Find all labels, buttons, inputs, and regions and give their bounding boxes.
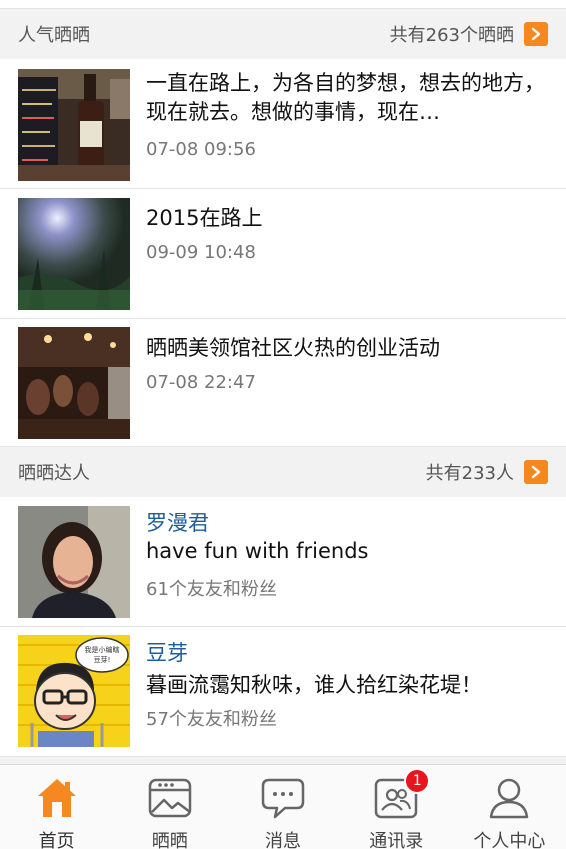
tab-label: 首页 [38, 831, 75, 849]
post-item[interactable]: 一直在路上，为各自的梦想，想去的地方，现在就去。想做的事情，现在… 07-08 … [0, 59, 566, 189]
post-item[interactable]: 晒晒美领馆社区火热的创业活动 07-08 22:47 [0, 319, 566, 447]
post-time: 09-09 10:48 [146, 242, 256, 263]
chevron-right-icon [531, 27, 541, 41]
app-screen: 人气晒晒 共有263个晒晒 一直在路上，为各自的梦想，想去的地方，现在就去。想做… [0, 0, 566, 849]
hot-posts-more-button[interactable] [524, 22, 548, 46]
tab-home[interactable]: 首页 [0, 765, 113, 849]
user-name[interactable]: 豆芽 [146, 637, 188, 667]
top-users-title: 晒晒达人 [18, 463, 90, 484]
user-name[interactable]: 罗漫君 [146, 507, 209, 537]
tab-label: 晒晒 [151, 831, 188, 849]
hot-posts-title: 人气晒晒 [18, 25, 90, 46]
previous-item-edge [0, 0, 566, 9]
contacts-icon: 1 [374, 768, 431, 820]
user-avatar: 我是小编瞎 豆芽! [18, 635, 130, 747]
cartoon-boy: 我是小编瞎 豆芽! [18, 635, 130, 747]
post-title: 2015在路上 [146, 206, 263, 230]
user-signature: 暮画流霭知秋味，谁人拾红染花堤！ [146, 673, 482, 697]
tab-label: 消息 [265, 831, 301, 849]
user-item[interactable]: 我是小编瞎 豆芽! 豆芽 暮画流霭知秋味，谁人拾红染花堤！ 57个友友和粉丝 [0, 627, 566, 757]
user-item[interactable]: 罗漫君 have fun with friends 61个友友和粉丝 [0, 497, 566, 627]
chevron-right-icon [531, 465, 541, 479]
post-thumbnail [18, 198, 130, 310]
user-avatar [18, 506, 130, 618]
hot-posts-header[interactable]: 人气晒晒 共有263个晒晒 [0, 9, 566, 59]
chat-bubble-icon [261, 776, 305, 820]
bar-event-photo [18, 327, 130, 439]
tab-contacts[interactable]: 1 通讯录 [340, 765, 453, 849]
post-title: 一直在路上，为各自的梦想，想去的地方，现在就去。想做的事情，现在… [146, 71, 545, 124]
bottom-tab-bar: 首页 晒晒 消息 1 通讯录 个人中心 [0, 764, 566, 849]
top-users-count: 共有233人 [425, 463, 514, 484]
user-signature: have fun with friends [146, 539, 369, 563]
avatar-bubble-line-2: 豆芽! [94, 655, 111, 664]
user-friends-count: 61个友友和粉丝 [146, 579, 277, 600]
forest-sunlight-photo [18, 198, 130, 310]
top-users-more-button[interactable] [524, 460, 548, 484]
post-time: 07-08 09:56 [146, 139, 256, 160]
tab-label: 通讯录 [369, 831, 424, 849]
wine-bottle-photo [18, 69, 130, 181]
contacts-badge: 1 [404, 768, 431, 794]
hot-posts-count: 共有263个晒晒 [389, 25, 514, 46]
post-thumbnail [18, 69, 130, 181]
tab-messages[interactable]: 消息 [226, 765, 339, 849]
post-item[interactable]: 2015在路上 09-09 10:48 [0, 189, 566, 319]
post-thumbnail [18, 327, 130, 439]
user-friends-count: 57个友友和粉丝 [146, 709, 277, 730]
avatar-bubble-line-1: 我是小编瞎 [85, 645, 120, 654]
post-title: 晒晒美领馆社区火热的创业活动 [146, 336, 440, 360]
photo-frame-icon [148, 776, 192, 820]
tab-shaishai[interactable]: 晒晒 [113, 765, 226, 849]
tab-profile[interactable]: 个人中心 [453, 765, 566, 849]
person-icon [487, 776, 531, 820]
top-users-header[interactable]: 晒晒达人 共有233人 [0, 447, 566, 497]
woman-portrait [18, 506, 130, 618]
home-icon [35, 776, 79, 820]
tab-label: 个人中心 [473, 831, 546, 849]
post-time: 07-08 22:47 [146, 372, 256, 393]
